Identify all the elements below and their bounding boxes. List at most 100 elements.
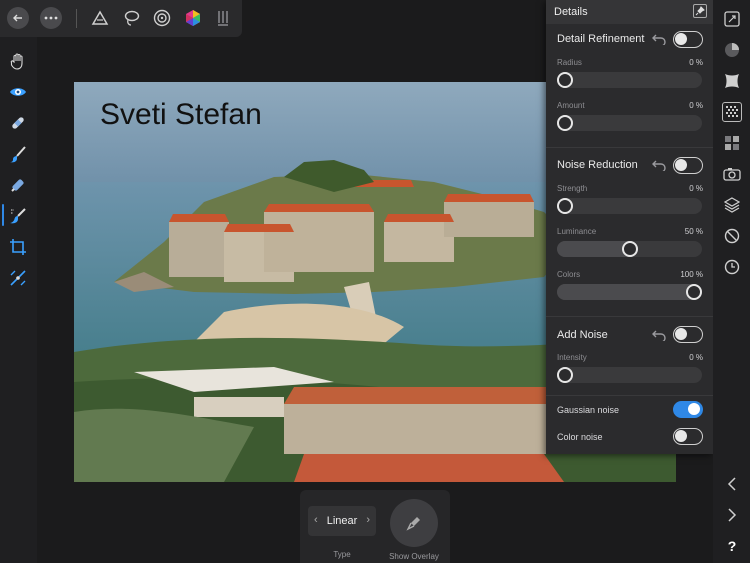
active-tool-indicator bbox=[2, 204, 4, 226]
selection-brush-tool[interactable] bbox=[8, 206, 28, 226]
toggle-knob bbox=[688, 403, 700, 415]
straighten-icon bbox=[10, 270, 26, 286]
colors-value: 100 % bbox=[680, 270, 703, 279]
help-button[interactable]: ? bbox=[722, 536, 742, 556]
brush-tool[interactable] bbox=[8, 144, 28, 164]
add-noise-reset-icon[interactable] bbox=[652, 329, 666, 341]
liquify-persona-button[interactable] bbox=[151, 7, 173, 29]
blocked-button[interactable] bbox=[722, 226, 742, 246]
add-noise-title: Add Noise bbox=[557, 329, 608, 341]
radius-slider[interactable] bbox=[557, 72, 702, 88]
panel-header: Details bbox=[546, 0, 713, 24]
export-lines-icon bbox=[218, 11, 228, 26]
chevron-right-icon[interactable]: › bbox=[366, 514, 370, 526]
amount-value: 0 % bbox=[689, 101, 703, 110]
color-hexagon-icon bbox=[186, 10, 200, 26]
context-toolbar: ‹ Linear › Type Show Overlay bbox=[300, 490, 450, 563]
navigator-button[interactable] bbox=[722, 9, 742, 29]
straighten-tool[interactable] bbox=[8, 268, 28, 288]
gaussian-noise-toggle[interactable] bbox=[673, 401, 703, 418]
eye-icon bbox=[10, 88, 26, 96]
show-overlay-button[interactable] bbox=[390, 499, 438, 547]
overlay-pin-icon bbox=[406, 517, 420, 531]
healing-tool[interactable] bbox=[8, 113, 28, 133]
histogram-button[interactable] bbox=[722, 40, 742, 60]
toggle-knob bbox=[675, 159, 687, 171]
toggle-knob bbox=[675, 430, 687, 442]
strength-value: 0 % bbox=[689, 184, 703, 193]
section-divider bbox=[546, 395, 713, 396]
prohibited-icon bbox=[724, 228, 740, 244]
hand-icon bbox=[10, 53, 23, 70]
hand-tool[interactable] bbox=[8, 51, 28, 71]
more-button[interactable] bbox=[40, 7, 62, 29]
show-overlay-label: Show Overlay bbox=[389, 552, 439, 561]
intensity-value: 0 % bbox=[689, 353, 703, 362]
noise-reduction-toggle[interactable] bbox=[673, 157, 703, 174]
slider-thumb[interactable] bbox=[686, 284, 702, 300]
selection-brush-icon bbox=[10, 208, 26, 224]
section-divider bbox=[546, 316, 713, 317]
radius-value: 0 % bbox=[689, 58, 703, 67]
pin-panel-button[interactable] bbox=[693, 4, 707, 18]
luminance-slider[interactable] bbox=[557, 241, 702, 257]
detail-refinement-reset-icon[interactable] bbox=[652, 33, 666, 45]
add-noise-toggle[interactable] bbox=[673, 326, 703, 343]
layers-button[interactable] bbox=[722, 195, 742, 215]
navigator-icon bbox=[724, 11, 740, 27]
channels-button[interactable] bbox=[722, 133, 742, 153]
history-button[interactable] bbox=[722, 257, 742, 277]
collapse-right-button[interactable] bbox=[722, 505, 742, 525]
color-noise-toggle[interactable] bbox=[673, 428, 703, 445]
luminance-value: 50 % bbox=[684, 227, 703, 236]
section-divider bbox=[546, 147, 713, 148]
chevron-left-icon bbox=[727, 477, 736, 491]
strength-slider[interactable] bbox=[557, 198, 702, 214]
view-tool[interactable] bbox=[8, 82, 28, 102]
slider-thumb[interactable] bbox=[557, 115, 573, 131]
dropper-tool[interactable] bbox=[8, 175, 28, 195]
top-toolbar bbox=[0, 0, 242, 37]
radius-label: Radius bbox=[557, 58, 582, 67]
noise-reduction-title: Noise Reduction bbox=[557, 159, 638, 171]
detail-refinement-toggle[interactable] bbox=[673, 31, 703, 48]
noise-reduction-reset-icon[interactable] bbox=[652, 159, 666, 171]
swirl-icon bbox=[153, 9, 171, 27]
strength-label: Strength bbox=[557, 184, 588, 193]
pin-icon bbox=[695, 6, 705, 16]
noise-grid-icon bbox=[726, 106, 738, 117]
slider-thumb[interactable] bbox=[557, 367, 573, 383]
colors-label: Colors bbox=[557, 270, 581, 279]
detail-refinement-title: Detail Refinement bbox=[557, 33, 645, 45]
intensity-slider[interactable] bbox=[557, 367, 702, 383]
recycle-persona-button[interactable] bbox=[89, 7, 111, 29]
snapshots-button[interactable] bbox=[722, 164, 742, 184]
amount-label: Amount bbox=[557, 101, 585, 110]
camera-icon bbox=[723, 168, 741, 181]
amount-slider[interactable] bbox=[557, 115, 702, 131]
channels-icon bbox=[725, 136, 739, 150]
lasso-persona-button[interactable] bbox=[121, 7, 143, 29]
crop-tool[interactable] bbox=[8, 237, 28, 257]
details-studio-button[interactable] bbox=[722, 102, 742, 122]
chevron-right-icon bbox=[728, 508, 737, 522]
paintbrush-icon bbox=[10, 146, 26, 163]
collapse-left-button[interactable] bbox=[722, 474, 742, 494]
colors-slider[interactable] bbox=[557, 284, 702, 300]
gradient-pen-icon bbox=[11, 179, 24, 192]
details-panel: Details Detail Refinement Radius 0 % Amo… bbox=[546, 0, 713, 454]
bandage-icon bbox=[12, 117, 24, 129]
slider-thumb[interactable] bbox=[621, 241, 638, 257]
panel-title: Details bbox=[554, 6, 588, 18]
photo-caption: Sveti Stefan bbox=[100, 98, 262, 131]
back-button[interactable] bbox=[7, 7, 29, 29]
type-label: Type bbox=[333, 550, 351, 559]
export-persona-button[interactable] bbox=[212, 7, 234, 29]
develop-persona-button[interactable] bbox=[182, 7, 204, 29]
shape-button[interactable] bbox=[722, 71, 742, 91]
type-selector[interactable]: ‹ Linear › bbox=[308, 506, 376, 536]
toggle-knob bbox=[675, 328, 687, 340]
slider-thumb[interactable] bbox=[557, 198, 573, 214]
slider-thumb[interactable] bbox=[557, 72, 573, 88]
slider-fill bbox=[557, 284, 702, 300]
